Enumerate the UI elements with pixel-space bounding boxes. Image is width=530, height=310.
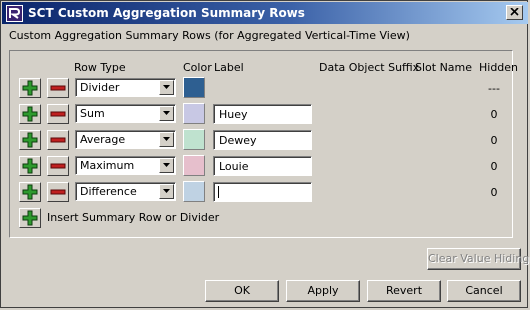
chevron-down-icon [163,111,170,115]
column-header-color: Color [183,61,212,74]
minus-icon [50,85,66,91]
column-header-row-type: Row Type [74,61,126,74]
chevron-down-icon [163,85,170,89]
label-field[interactable]: Dewey [213,130,312,150]
title-bar[interactable]: SCT Custom Aggregation Summary Rows [2,2,528,24]
row-type-value: Maximum [80,159,135,172]
close-icon [510,8,519,16]
row-type-value: Average [80,133,126,146]
app-logo-icon [6,5,23,22]
dialog-heading: Custom Aggregation Summary Rows (for Agg… [9,29,410,42]
hidden-count: 0 [490,160,498,173]
row-type-select[interactable]: Average [75,130,176,149]
color-swatch[interactable] [183,77,205,98]
row-type-select[interactable]: Divider [75,78,176,97]
minus-icon [50,189,66,195]
revert-button[interactable]: Revert [367,280,441,302]
minus-icon [50,163,66,169]
row-type-value: Difference [80,185,137,198]
column-header-slot-name: Slot Name [415,61,473,74]
add-row-button[interactable] [19,130,41,150]
hidden-count: 0 [490,108,498,121]
row-type-dropdown-button[interactable] [159,106,174,121]
color-swatch[interactable] [183,129,205,150]
hidden-count: 0 [490,134,498,147]
dialog-window: SCT Custom Aggregation Summary Rows Cust… [0,0,529,308]
row-type-value: Divider [80,81,120,94]
label-value: Louie [219,160,249,173]
label-field[interactable]: Louie [213,156,312,176]
row-type-select[interactable]: Sum [75,104,176,123]
add-row-button[interactable] [19,182,41,202]
row-type-dropdown-button[interactable] [159,184,174,199]
minus-icon [50,137,66,143]
chevron-down-icon [163,189,170,193]
cancel-button[interactable]: Cancel [447,280,521,302]
row-type-dropdown-button[interactable] [159,158,174,173]
plus-icon [22,106,38,122]
hidden-count: 0 [490,186,498,199]
remove-row-button[interactable] [47,182,69,202]
row-type-dropdown-button[interactable] [159,132,174,147]
row-type-select[interactable]: Maximum [75,156,176,175]
add-row-button[interactable] [19,104,41,124]
color-swatch[interactable] [183,103,205,124]
remove-row-button[interactable] [47,156,69,176]
color-swatch[interactable] [183,155,205,176]
ok-button[interactable]: OK [205,280,279,302]
insert-summary-row-label: Insert Summary Row or Divider [47,211,220,224]
window-title: SCT Custom Aggregation Summary Rows [28,6,305,20]
chevron-down-icon [163,163,170,167]
row-type-dropdown-button[interactable] [159,80,174,95]
label-field[interactable] [213,182,312,202]
text-caret [218,186,219,198]
plus-icon [22,158,38,174]
chevron-down-icon [163,137,170,141]
add-row-button[interactable] [19,156,41,176]
plus-icon [22,80,38,96]
label-value: Dewey [219,134,257,147]
minus-icon [50,111,66,117]
clear-value-hiding-button[interactable]: Clear Value Hiding [427,248,529,270]
close-button[interactable] [506,5,523,20]
apply-button[interactable]: Apply [286,280,360,302]
hidden-count: --- [488,82,500,95]
plus-icon [22,210,38,226]
column-header-hidden: Hidden [479,61,519,74]
column-header-data-object-suffix: Data Object Suffix [319,61,420,74]
add-row-button[interactable] [19,78,41,98]
insert-summary-row-button[interactable] [19,208,41,228]
label-field[interactable]: Huey [213,104,312,124]
plus-icon [22,184,38,200]
remove-row-button[interactable] [47,104,69,124]
remove-row-button[interactable] [47,78,69,98]
row-type-value: Sum [80,107,105,120]
row-type-select[interactable]: Difference [75,182,176,201]
color-swatch[interactable] [183,181,205,202]
remove-row-button[interactable] [47,130,69,150]
label-value: Huey [219,108,248,121]
plus-icon [22,132,38,148]
column-header-label: Label [214,61,244,74]
